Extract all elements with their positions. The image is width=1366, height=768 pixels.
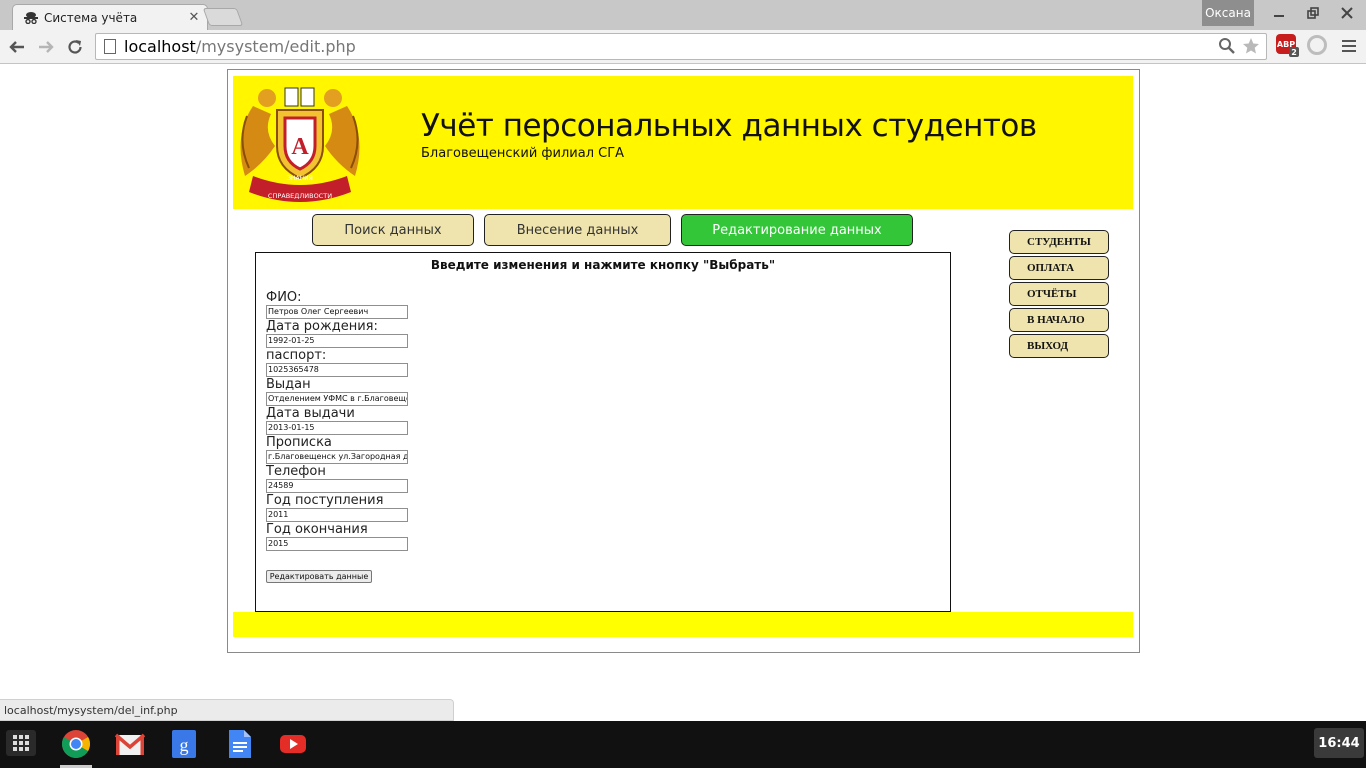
new-tab-button[interactable] <box>202 8 244 26</box>
label-registration: Прописка <box>266 435 332 450</box>
phone-input[interactable]: 24589 <box>266 479 408 493</box>
bookmark-star-icon[interactable] <box>1242 37 1260 59</box>
browser-tab-strip: Система учёта ✕ Оксана <box>0 0 1366 30</box>
label-birth-date: Дата рождения: <box>266 319 378 334</box>
passport-input[interactable]: 1025365478 <box>266 363 408 377</box>
label-enroll-year: Год поступления <box>266 493 384 508</box>
youtube-icon[interactable] <box>278 729 308 759</box>
chrome-icon[interactable] <box>61 729 91 759</box>
address-bar[interactable]: localhost/mysystem/edit.php <box>95 33 1267 60</box>
label-graduation-year: Год окончания <box>266 522 368 537</box>
label-issued-by: Выдан <box>266 377 311 392</box>
profile-name[interactable]: Оксана <box>1202 0 1254 26</box>
system-clock[interactable]: 16:44 <box>1314 728 1364 758</box>
reload-icon[interactable] <box>63 35 87 59</box>
form-heading: Введите изменения и нажмите кнопку "Выбр… <box>430 258 776 272</box>
logo-text-top: ЗНАНИЯ <box>287 175 313 182</box>
tab-title: Система учёта <box>44 10 138 25</box>
browser-tab[interactable]: Система учёта ✕ <box>12 4 208 30</box>
page-title: Учёт персональных данных студентов <box>421 108 1037 144</box>
app-launcher-icon[interactable] <box>6 730 36 756</box>
side-menu-reports[interactable]: ОТЧЁТЫ <box>1009 282 1109 306</box>
back-arrow-icon[interactable] <box>5 35 29 59</box>
close-icon[interactable]: ✕ <box>187 10 201 25</box>
minimize-icon[interactable] <box>1264 2 1294 24</box>
incognito-icon <box>23 11 39 24</box>
side-menu-home[interactable]: В НАЧАЛО <box>1009 308 1109 332</box>
svg-text:g: g <box>180 735 189 755</box>
label-passport: паспорт: <box>266 348 327 363</box>
forward-arrow-icon[interactable] <box>34 35 58 59</box>
close-window-icon[interactable] <box>1332 2 1362 24</box>
label-issue-date: Дата выдачи <box>266 406 355 421</box>
graduation-year-input[interactable]: 2015 <box>266 537 408 551</box>
side-menu-payment[interactable]: ОПЛАТА <box>1009 256 1109 280</box>
tab-edit-data[interactable]: Редактирование данных <box>681 214 913 246</box>
adblock-count-badge: 2 <box>1289 47 1299 57</box>
logo-text-bottom: СПРАВЕДЛИВОСТИ <box>268 192 332 200</box>
site-footer <box>233 612 1133 637</box>
emblem-logo: А ЗНАНИЯ СПРАВЕДЛИВОСТИ <box>233 76 367 209</box>
link-status-bar: localhost/mysystem/del_inf.php <box>0 699 454 721</box>
page-subtitle: Благовещенский филиал СГА <box>421 146 625 161</box>
os-shelf <box>0 721 1366 768</box>
google-docs-icon[interactable] <box>225 729 255 759</box>
browser-toolbar: localhost/mysystem/edit.php ABP 2 <box>0 30 1366 64</box>
google-search-icon[interactable]: g <box>170 729 200 759</box>
side-menu-exit[interactable]: ВЫХОД <box>1009 334 1109 358</box>
tab-search-data[interactable]: Поиск данных <box>312 214 474 246</box>
url-path: /mysystem/edit.php <box>195 37 356 56</box>
full-name-input[interactable]: Петров Олег Сергеевич <box>266 305 408 319</box>
label-phone: Телефон <box>266 464 326 479</box>
birth-date-input[interactable]: 1992-01-25 <box>266 334 408 348</box>
menu-icon[interactable] <box>1338 35 1360 57</box>
issue-date-input[interactable]: 2013-01-15 <box>266 421 408 435</box>
tab-enter-data[interactable]: Внесение данных <box>484 214 671 246</box>
extension-icon[interactable] <box>1307 35 1327 55</box>
side-menu-students[interactable]: СТУДЕНТЫ <box>1009 230 1109 254</box>
registration-input[interactable]: г.Благовещенск ул.Загородная д.1 <box>266 450 408 464</box>
gmail-icon[interactable] <box>114 729 146 759</box>
enroll-year-input[interactable]: 2011 <box>266 508 408 522</box>
url-host: localhost <box>124 37 196 56</box>
edit-data-button[interactable]: Редактировать данные <box>266 570 372 583</box>
restore-icon[interactable] <box>1298 2 1328 24</box>
label-full-name: ФИО: <box>266 290 302 305</box>
page-icon <box>104 39 116 54</box>
svg-text:А: А <box>291 134 309 160</box>
search-icon[interactable] <box>1218 37 1236 59</box>
issued-by-input[interactable]: Отделением УФМС в г.Благовеще <box>266 392 408 406</box>
